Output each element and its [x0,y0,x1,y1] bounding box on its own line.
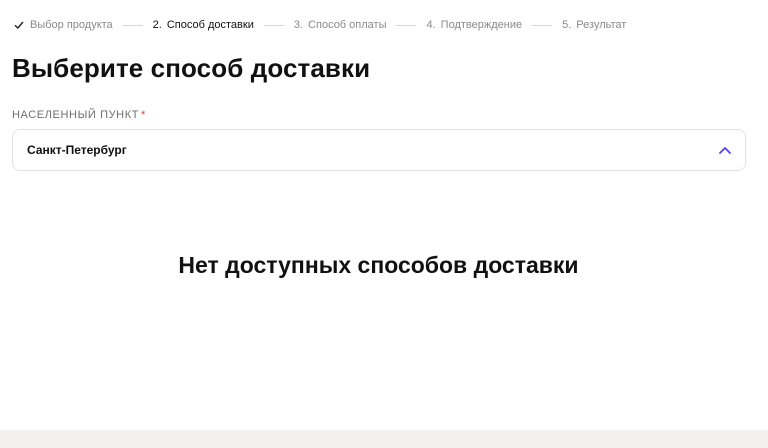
step-payment-number: 3. [293,19,304,31]
locality-label: НАСЕЛЕННЫЙ ПУНКТ * [12,109,146,121]
step-payment-label: Способ оплаты [308,19,387,31]
step-result-label: Результат [576,19,627,31]
step-result-number: 5. [562,19,572,31]
step-confirmation-number: 4. [426,19,436,31]
step-product[interactable]: Выбор продукта [14,19,113,31]
empty-state-message: Нет доступных способов доставки [178,252,579,278]
step-separator [122,24,143,26]
step-confirmation-label: Подтверждение [440,19,523,31]
step-delivery[interactable]: 2. Способ доставки [153,19,254,31]
checkout-stepper: Выбор продукта 2. Способ доставки 3. Спо… [14,17,626,33]
locality-select[interactable]: Санкт-Петербург [12,129,746,171]
step-separator [263,24,284,26]
step-result: 5. Результат [562,19,626,31]
step-separator [532,24,553,26]
locality-value: Санкт-Петербург [27,143,127,157]
page-footer [0,430,768,448]
locality-label-text: НАСЕЛЕННЫЙ ПУНКТ [12,109,140,121]
check-icon [14,21,24,29]
chevron-up-icon[interactable] [719,146,731,154]
page-title: Выберите способ доставки [12,53,371,83]
step-delivery-number: 2. [152,19,162,31]
step-delivery-label: Способ доставки [166,19,254,31]
step-separator [396,24,417,26]
step-confirmation: 4. Подтверждение [426,19,522,31]
required-mark: * [141,109,146,121]
step-payment: 3. Способ оплаты [294,19,387,31]
step-product-label: Выбор продукта [30,19,113,31]
